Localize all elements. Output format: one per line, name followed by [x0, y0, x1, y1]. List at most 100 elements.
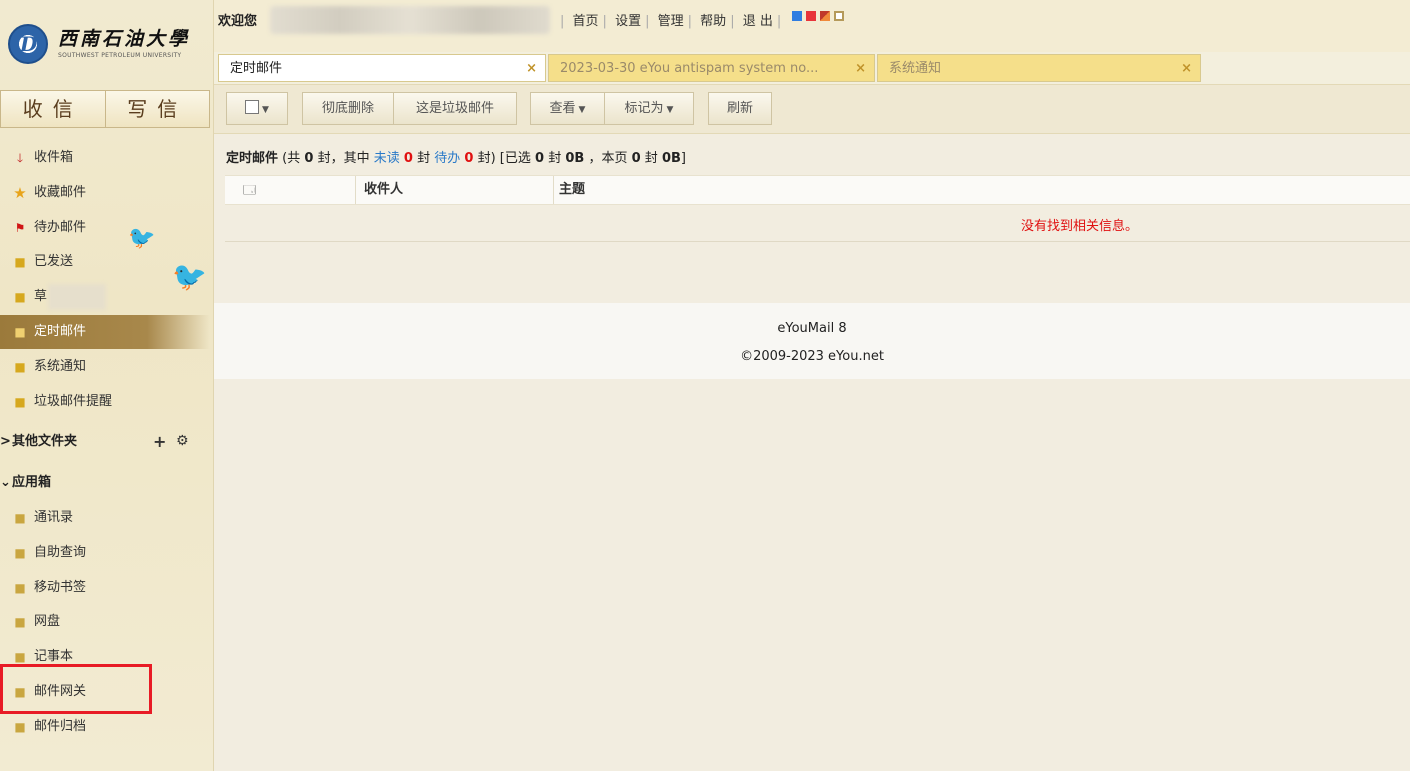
compose-button[interactable]: 写信 [104, 91, 210, 127]
sidebar-item-label: 垃圾邮件提醒 [34, 394, 113, 409]
sidebar-item-system-notice[interactable]: ■ 系统通知 [0, 350, 210, 384]
sidebar-item-spam-notice[interactable]: ■ 垃圾邮件提醒 [0, 385, 210, 419]
chevron-down-icon: ⌄ [0, 475, 11, 490]
separator: | [645, 14, 650, 29]
view-dropdown[interactable]: 查看 ▼ [530, 92, 605, 125]
footer: eYouMail 8 ©2009-2023 eYou.net [214, 303, 1410, 379]
home-link[interactable]: 首页 [573, 14, 599, 29]
theme-classic-swatch[interactable] [834, 11, 844, 21]
summary-text: [已选 [499, 151, 531, 166]
sidebar: D 西南石油大學 SOUTHWEST PETROLEUM UNIVERSITY … [0, 0, 214, 771]
bullet-icon: ■ [14, 511, 26, 525]
blurred-username [270, 6, 550, 34]
tab-label: 定时邮件 [230, 61, 283, 76]
section-label: 应用箱 [12, 475, 52, 490]
summary-text: 封 [417, 151, 431, 166]
sidebar-item-label: 通讯录 [34, 510, 74, 525]
sidebar-item-label: 邮件归档 [34, 719, 87, 734]
theme-orange-swatch[interactable] [820, 11, 830, 21]
sidebar-item-label: 移动书签 [34, 580, 87, 595]
unread-link[interactable]: 未读 [374, 151, 400, 166]
sidebar-item-netdisk[interactable]: ■ 网盘 [0, 605, 210, 639]
apps-section-toggle[interactable]: ⌄ 应用箱 [0, 468, 150, 498]
sidebar-item-label: 定时邮件 [34, 324, 87, 339]
sidebar-item-label: 收藏邮件 [34, 185, 87, 200]
theme-red-swatch[interactable] [806, 11, 816, 21]
main-buttons: 收信 写信 [0, 90, 210, 128]
gear-icon[interactable]: ⚙ [176, 433, 189, 449]
mark-as-dropdown[interactable]: 标记为 ▼ [604, 92, 694, 125]
table-header: 🗔 收件人 主题 [225, 175, 1410, 205]
tab-scheduled[interactable]: 定时邮件 × [218, 54, 546, 82]
sidebar-item-label: 收件箱 [34, 150, 74, 165]
sidebar-item-drafts[interactable]: ■ 草 [0, 280, 210, 314]
folder-icon: ■ [14, 325, 26, 339]
bullet-icon: ■ [14, 720, 26, 734]
university-emblem-icon: D [8, 24, 48, 64]
sidebar-item-label: 网盘 [34, 614, 61, 629]
summary-text: 封，其中 [317, 151, 370, 166]
sidebar-item-starred[interactable]: ★ 收藏邮件 [0, 176, 210, 210]
help-link[interactable]: 帮助 [700, 14, 726, 29]
sidebar-item-sent[interactable]: ■ 已发送 [0, 245, 210, 279]
folder-icon: ■ [14, 395, 26, 409]
delete-permanently-button[interactable]: 彻底删除 [302, 92, 394, 125]
admin-link[interactable]: 管理 [658, 14, 684, 29]
separator: | [560, 14, 565, 29]
tab-antispam-notice[interactable]: 2023-03-30 eYou antispam system no... × [548, 54, 875, 82]
unread-count: 0 [403, 151, 413, 166]
todo-link[interactable]: 待办 [434, 151, 460, 166]
logo-name-cn: 西南石油大學 [58, 28, 191, 50]
settings-link[interactable]: 设置 [615, 14, 641, 29]
sidebar-item-scheduled[interactable]: ■ 定时邮件 [0, 315, 210, 349]
separator: | [602, 14, 607, 29]
sidebar-item-label: 系统通知 [34, 359, 87, 374]
column-subject[interactable]: 主题 [559, 176, 585, 204]
sidebar-item-label: 待办邮件 [34, 220, 87, 235]
sidebar-item-bookmarks[interactable]: ■ 移动书签 [0, 571, 210, 605]
section-label: 其他文件夹 [12, 434, 78, 449]
selected-count: 0 [535, 151, 545, 166]
sidebar-item-label: 自助查询 [34, 545, 87, 560]
tab-system-notice[interactable]: 系统通知 × [877, 54, 1201, 82]
welcome-text: 欢迎您 [218, 14, 258, 29]
other-folders-toggle[interactable]: > 其他文件夹 [0, 427, 150, 457]
footer-copyright: ©2009-2023 eYou.net [740, 349, 884, 364]
separator: | [776, 14, 782, 29]
folder-icon: ■ [14, 360, 26, 374]
sidebar-item-mail-archive[interactable]: ■ 邮件归档 [0, 710, 210, 744]
close-icon[interactable]: × [526, 55, 537, 81]
refresh-button[interactable]: 刷新 [708, 92, 772, 125]
select-all-dropdown[interactable]: ▼ [226, 92, 288, 125]
tab-label: 2023-03-30 eYou antispam system no... [560, 61, 819, 76]
column-divider [355, 176, 356, 204]
caret-down-icon: ▼ [578, 105, 586, 115]
folder-icon: ■ [14, 290, 26, 304]
tab-label: 系统通知 [889, 61, 942, 76]
add-folder-icon[interactable]: + [153, 432, 166, 451]
folder-summary: 定时邮件 (共 0 封，其中 未读 0 封 待办 0 封) [已选 0 封 0B… [226, 147, 686, 166]
blur-mask [48, 284, 106, 310]
todo-count: 0 [464, 151, 474, 166]
close-icon[interactable]: × [855, 55, 866, 81]
inbox-button[interactable]: 收信 [1, 91, 105, 127]
caret-down-icon: ▼ [262, 105, 269, 115]
sidebar-item-contacts[interactable]: ■ 通讯录 [0, 501, 210, 535]
university-logo[interactable]: D 西南石油大學 SOUTHWEST PETROLEUM UNIVERSITY [8, 22, 203, 66]
footer-product: eYouMail 8 [777, 321, 847, 336]
logout-link[interactable]: 退 出 [743, 14, 773, 29]
total-count: 0 [304, 151, 314, 166]
page-count: 0 [631, 151, 641, 166]
arrow-down-icon: 🡓 [16, 151, 24, 165]
close-icon[interactable]: × [1181, 55, 1192, 81]
checkbox[interactable] [245, 100, 260, 114]
sidebar-item-inbox[interactable]: 🡓 收件箱 [0, 141, 210, 175]
sidebar-item-todo[interactable]: ⚑ 待办邮件 [0, 211, 210, 245]
empty-message: 没有找到相关信息。 [1021, 219, 1139, 234]
sidebar-item-label: 已发送 [34, 254, 74, 269]
column-picker-icon[interactable]: 🗔 [243, 176, 256, 204]
column-recipient[interactable]: 收件人 [364, 176, 403, 204]
mark-spam-button[interactable]: 这是垃圾邮件 [393, 92, 517, 125]
sidebar-item-self-query[interactable]: ■ 自助查询 [0, 536, 210, 570]
theme-blue-swatch[interactable] [792, 11, 802, 21]
